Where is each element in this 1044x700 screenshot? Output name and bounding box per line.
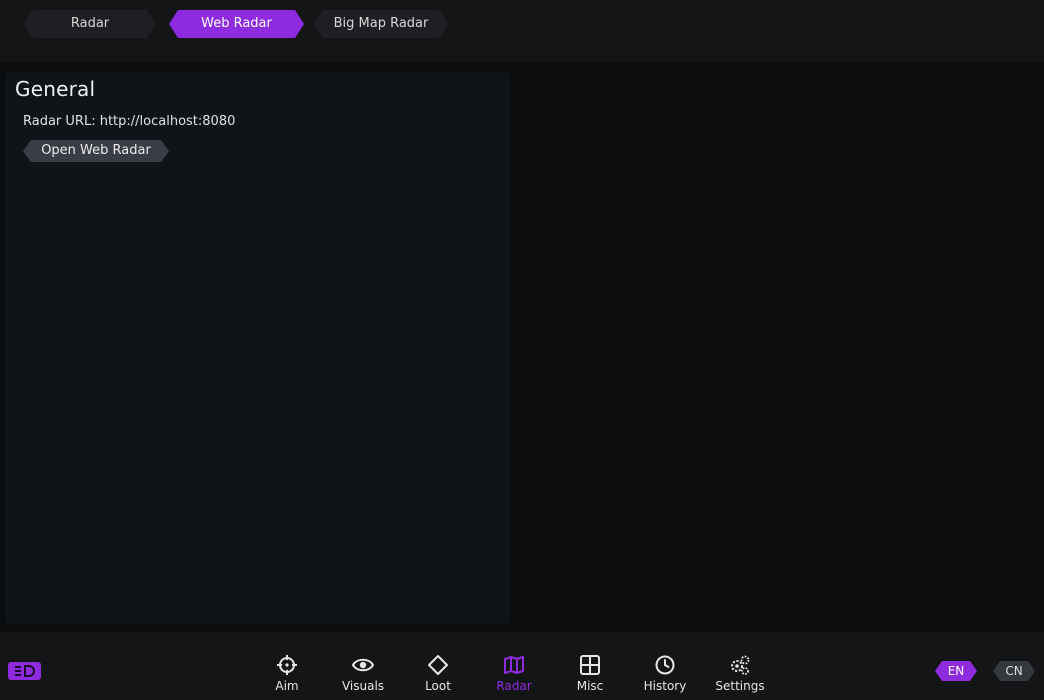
language-en-button[interactable]: EN [935, 661, 977, 681]
map-icon [504, 656, 524, 674]
nav-label: Settings [715, 679, 765, 693]
nav-misc[interactable]: Misc [555, 654, 625, 696]
nav-label: Misc [576, 679, 604, 693]
nav-aim[interactable]: Aim [252, 654, 322, 696]
tab-web-radar[interactable]: Web Radar [169, 10, 304, 38]
tab-radar[interactable]: Radar [24, 10, 156, 38]
language-cn-button[interactable]: CN [993, 661, 1035, 681]
bottom-nav-bar: Aim Visuals Loot Radar Misc History Sett… [0, 632, 1044, 700]
nav-label: Visuals [341, 679, 385, 693]
panel-title: General [15, 77, 96, 101]
nav-label: Radar [496, 679, 532, 693]
top-bar: Radar Web Radar Big Map Radar [0, 0, 1044, 63]
nav-label: Aim [275, 679, 299, 693]
crosshair-icon [277, 655, 297, 675]
general-panel: General Radar URL: http://localhost:8080… [5, 72, 510, 624]
gears-icon [731, 655, 750, 675]
tab-big-map-radar[interactable]: Big Map Radar [314, 10, 448, 38]
nav-label: History [643, 679, 687, 693]
nav-settings[interactable]: Settings [705, 654, 775, 696]
nav-visuals[interactable]: Visuals [328, 654, 398, 696]
nav-loot[interactable]: Loot [403, 654, 473, 696]
eye-icon [352, 658, 374, 672]
nav-label: Loot [425, 679, 451, 693]
open-web-radar-button[interactable]: Open Web Radar [23, 140, 169, 162]
radar-url-text: Radar URL: http://localhost:8080 [23, 114, 236, 129]
nav-radar[interactable]: Radar [479, 654, 549, 696]
grid-icon [580, 655, 600, 675]
diamond-icon [428, 655, 448, 675]
logo-icon [8, 662, 41, 680]
nav-history[interactable]: History [630, 654, 700, 696]
clock-icon [655, 655, 675, 675]
